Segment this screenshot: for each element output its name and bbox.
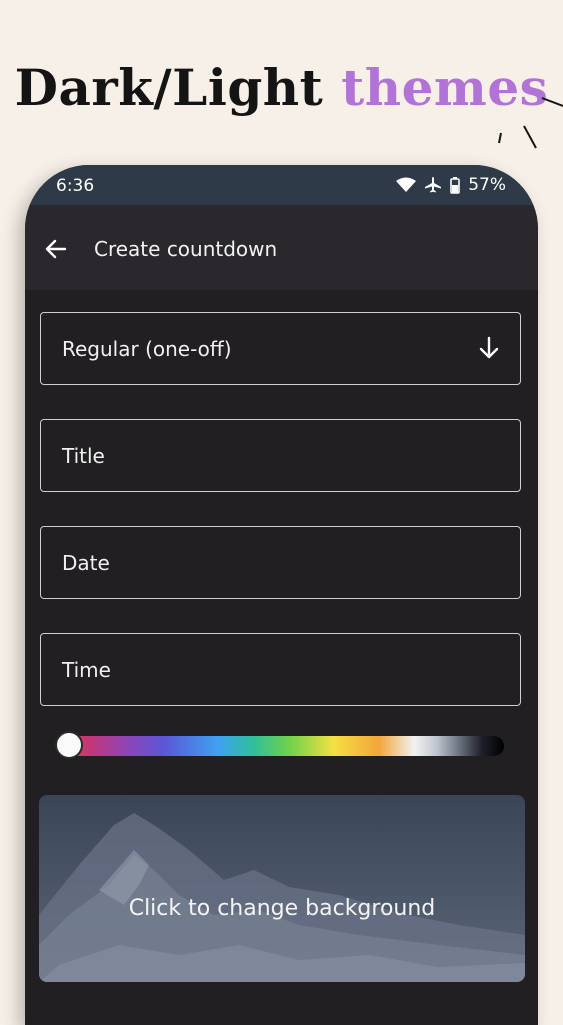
status-time: 6:36 <box>56 176 95 196</box>
app-bar: Create countdown <box>25 205 538 290</box>
title-field[interactable]: Title <box>40 419 521 492</box>
promo-headline: Dark/Light themes <box>0 58 563 117</box>
date-field[interactable]: Date <box>40 526 521 599</box>
battery-icon <box>450 176 461 194</box>
phone-screen: 6:36 57% Create countdown Regular (one-o… <box>25 165 538 1025</box>
back-arrow-icon[interactable] <box>43 236 69 262</box>
mountain-image <box>39 813 525 982</box>
countdown-type-select[interactable]: Regular (one-off) <box>40 312 521 385</box>
app-bar-title: Create countdown <box>94 237 278 261</box>
airplane-icon <box>425 177 442 193</box>
color-slider[interactable] <box>55 731 504 759</box>
sparkle-lines-icon <box>498 97 563 149</box>
status-bar: 6:36 57% <box>25 165 538 205</box>
headline-text: Dark/Light <box>14 58 324 117</box>
time-field[interactable]: Time <box>40 633 521 706</box>
battery-percent: 57% <box>468 175 506 195</box>
date-field-label: Date <box>62 551 110 575</box>
arrow-down-icon <box>479 336 499 359</box>
color-slider-thumb[interactable] <box>55 731 83 759</box>
color-slider-track[interactable] <box>56 736 504 756</box>
background-picker[interactable]: Click to change background <box>39 795 525 982</box>
countdown-type-value: Regular (one-off) <box>62 337 232 361</box>
title-field-label: Title <box>62 444 105 468</box>
time-field-label: Time <box>62 658 111 682</box>
wifi-icon <box>396 177 417 192</box>
background-caption: Click to change background <box>128 896 436 921</box>
